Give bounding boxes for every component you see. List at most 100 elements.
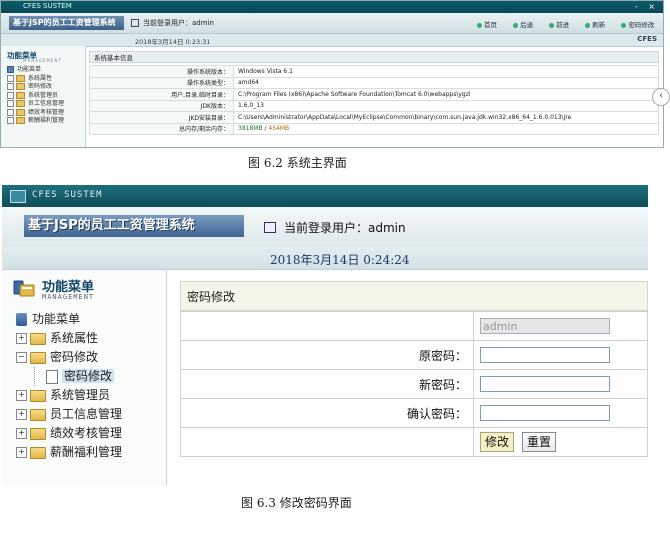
expand-icon: +	[16, 447, 27, 458]
expand-icon	[7, 74, 14, 82]
panel-title: 密码修改	[180, 281, 648, 311]
window-titlebar: CFES SUSTEM	[2, 185, 648, 207]
folder-icon	[30, 408, 46, 421]
main-interface-screenshot: CFES SUSTEM - × 基于JSP的员工工资管理系统 当前登录用户：ad…	[0, 0, 664, 148]
current-user: 当前登录用户：admin	[131, 18, 214, 28]
root-icon	[7, 66, 14, 73]
folder-icon	[16, 108, 25, 116]
expand-icon	[7, 108, 14, 116]
form-row-new-password: 新密码：	[180, 369, 648, 399]
tree-item-salary[interactable]: + 薪酬福利管理	[16, 443, 122, 462]
table-row: 用户,目录,临时目录： C:\Program Files (x86)\Apache…	[89, 88, 659, 101]
window-icon	[10, 190, 26, 203]
confirm-password-field[interactable]	[480, 405, 610, 421]
tree-item[interactable]: 绩效考核管理	[7, 108, 64, 118]
reset-button[interactable]: 重置	[522, 432, 557, 452]
selected-label[interactable]: 密码修改	[62, 369, 115, 383]
table-row: JDK版本： 1.6.0_13	[89, 99, 659, 112]
date-bar: 2018年3月14日 0:23:31 CFES	[1, 34, 663, 47]
folder-icon	[16, 117, 25, 124]
expand-icon	[7, 117, 14, 124]
old-password-field[interactable]	[480, 347, 610, 363]
expand-icon	[7, 83, 14, 90]
brand-label: CFES	[637, 35, 657, 43]
figure-caption-2: 图 6.3 修改密码界面	[241, 496, 352, 510]
current-user-label: 当前登录用户：admin	[284, 221, 406, 235]
system-logo: 基于JSP的员工工资管理系统	[24, 215, 244, 237]
table-row: 操作系统类型： amd64	[89, 76, 659, 89]
system-info-table: 操作系统版本： Windows Vista 6.1 操作系统类型： amd64 用户…	[89, 65, 659, 135]
folder-icon	[30, 446, 46, 459]
tree-item[interactable]: 密码修改	[7, 83, 64, 92]
header: 基于JSP的员工工资管理系统 当前登录用户：admin	[2, 207, 648, 248]
confirm-password-label: 确认密码：	[180, 398, 474, 428]
expand-icon	[7, 100, 14, 107]
collapse-icon: −	[16, 352, 27, 363]
window-controls[interactable]: - ×	[635, 2, 659, 11]
tree-item-system-properties[interactable]: + 系统属性	[16, 329, 122, 348]
nav-back[interactable]: 后退	[513, 21, 540, 29]
table-row: 操作系统版本： Windows Vista 6.1	[89, 65, 659, 78]
sidebar: 功能菜单 MANAGEMENT 功能菜单 + 系统属性 − 密码修改 密码修改 + 系…	[2, 270, 167, 485]
old-password-label: 原密码：	[180, 340, 474, 370]
menu-icon	[13, 280, 35, 297]
sidebar: 功能菜单 MANAGEMENT 功能菜单 系统属性 密码修改 系统管理员 员工信…	[1, 46, 86, 147]
datetime: 2018年3月14日 0:23:31	[135, 38, 211, 46]
current-user-label: 当前登录用户：admin	[143, 19, 214, 27]
window-titlebar: CFES SUSTEM - ×	[1, 1, 663, 13]
tree-item[interactable]: 系统管理员	[7, 91, 64, 101]
user-icon	[264, 222, 276, 233]
username-field	[480, 318, 610, 334]
new-password-label: 新密码：	[180, 369, 474, 399]
tree-item[interactable]: 薪酬福利管理	[7, 117, 64, 126]
scroll-arrow-icon[interactable]: ‹	[652, 88, 670, 106]
date-bar: 2018年3月14日 0:24:24	[2, 247, 648, 270]
menu-subtitle: MANAGEMENT	[42, 293, 95, 301]
nav-forward[interactable]: 前进	[549, 21, 576, 29]
memory-free: 454MB	[268, 125, 290, 133]
window-title: CFES SUSTEM	[23, 2, 72, 10]
table-row: 总内存/剩余内存： 3818MB / 454MB	[89, 122, 659, 135]
home-icon	[477, 22, 482, 28]
tree-item[interactable]: 系统属性	[7, 74, 64, 84]
nav-refresh[interactable]: 刷新	[585, 21, 612, 29]
form-row-old-password: 原密码：	[180, 340, 648, 370]
back-icon	[513, 22, 519, 28]
menu-tree: 功能菜单 + 系统属性 − 密码修改 密码修改 + 系统管理员 + 员工信息管理 + 绩效…	[16, 310, 122, 462]
tree-root[interactable]: 功能菜单	[16, 310, 122, 329]
form-row-confirm-password: 确认密码：	[180, 398, 648, 428]
folder-icon	[16, 100, 25, 107]
tree-item-performance[interactable]: + 绩效考核管理	[16, 424, 122, 443]
document-icon	[46, 369, 58, 384]
tree-item-employees[interactable]: + 员工信息管理	[16, 405, 122, 424]
memory-total: 3818MB	[238, 125, 263, 133]
password-form: 原密码： 新密码： 确认密码： 修改重置	[180, 311, 648, 457]
nav-change-password[interactable]: 密码修改	[621, 21, 661, 29]
current-user: 当前登录用户：admin	[264, 219, 406, 236]
menu-tree: 功能菜单 系统属性 密码修改 系统管理员 员工信息管理 绩效考核管理 薪酬福利管…	[7, 66, 64, 126]
nav-home[interactable]: 首页	[477, 21, 504, 29]
change-password-screenshot: CFES SUSTEM 基于JSP的员工工资管理系统 当前登录用户：admin …	[2, 185, 648, 485]
expand-icon	[7, 91, 14, 99]
expand-icon: +	[16, 390, 27, 401]
window-title: CFES SUSTEM	[32, 190, 103, 200]
folder-icon	[30, 389, 46, 402]
folder-icon	[16, 91, 25, 99]
new-password-field[interactable]	[480, 376, 610, 392]
expand-icon: +	[16, 409, 27, 420]
computer-icon	[16, 313, 27, 326]
header: 基于JSP的员工工资管理系统 当前登录用户：admin 首页 后退 前进 刷新 …	[1, 13, 663, 34]
table-row: JKD安装目录： C:\Users\Administrator\AppData\L…	[89, 111, 659, 124]
tree-item-admins[interactable]: + 系统管理员	[16, 386, 122, 405]
change-password-panel: 密码修改 原密码： 新密码： 确认密码： 修改重置	[180, 281, 648, 485]
expand-icon: +	[16, 333, 27, 344]
system-info-panel: 系统基本信息 操作系统版本： Windows Vista 6.1 操作系统类型： a…	[89, 51, 659, 147]
tree-item-password-child[interactable]: 密码修改	[16, 367, 122, 386]
menu-subtitle: MANAGEMENT	[23, 58, 62, 63]
refresh-icon	[585, 22, 591, 28]
tree-item-password[interactable]: − 密码修改	[16, 348, 122, 367]
submit-button[interactable]: 修改	[480, 432, 515, 452]
tree-root[interactable]: 功能菜单	[7, 66, 64, 75]
tree-item[interactable]: 员工信息管理	[7, 100, 64, 109]
datetime: 2018年3月14日 0:24:24	[270, 253, 410, 267]
